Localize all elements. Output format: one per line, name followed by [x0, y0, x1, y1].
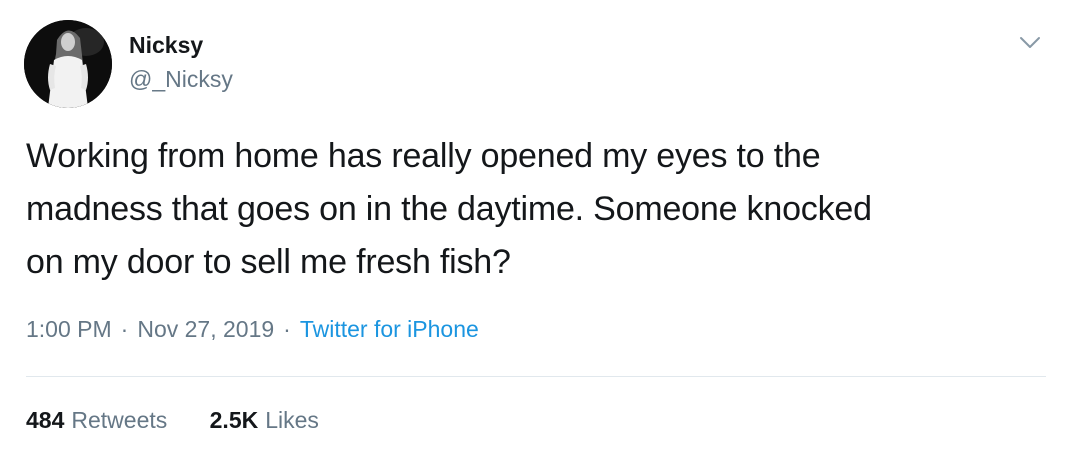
divider: [26, 376, 1046, 377]
tweet-meta: 1:00 PM · Nov 27, 2019 · Twitter for iPhone: [26, 314, 479, 344]
tweet-stats: 484 Retweets 2.5K Likes: [26, 405, 319, 435]
meta-separator: ·: [283, 316, 291, 342]
likes-stat[interactable]: 2.5K Likes: [210, 405, 319, 435]
tweet-text-line: madness that goes on in the daytime. Som…: [26, 190, 872, 228]
tweet-text-line: Working from home has really opened my e…: [26, 137, 821, 175]
tweet-time[interactable]: 1:00 PM: [26, 316, 112, 342]
meta-separator: ·: [120, 316, 129, 342]
tweet-card: Nicksy @_Nicksy Working from home has re…: [0, 0, 1068, 452]
likes-count: 2.5K: [209, 407, 259, 433]
tweet-text: Working from home has really opened my e…: [26, 130, 1046, 289]
chevron-down-icon[interactable]: [1016, 32, 1044, 54]
author-name[interactable]: Nicksy: [129, 30, 203, 60]
avatar-image: [24, 20, 112, 108]
likes-label: Likes: [265, 407, 319, 433]
retweets-stat[interactable]: 484 Retweets: [26, 405, 167, 435]
retweets-count: 484: [26, 407, 65, 433]
tweet-text-line: on my door to sell me fresh fish?: [26, 243, 511, 281]
tweet-source-link[interactable]: Twitter for iPhone: [300, 316, 479, 342]
tweet-date[interactable]: Nov 27, 2019: [137, 316, 274, 342]
avatar[interactable]: [24, 20, 112, 108]
author-handle[interactable]: @_Nicksy: [129, 64, 233, 94]
retweets-label: Retweets: [71, 407, 168, 433]
